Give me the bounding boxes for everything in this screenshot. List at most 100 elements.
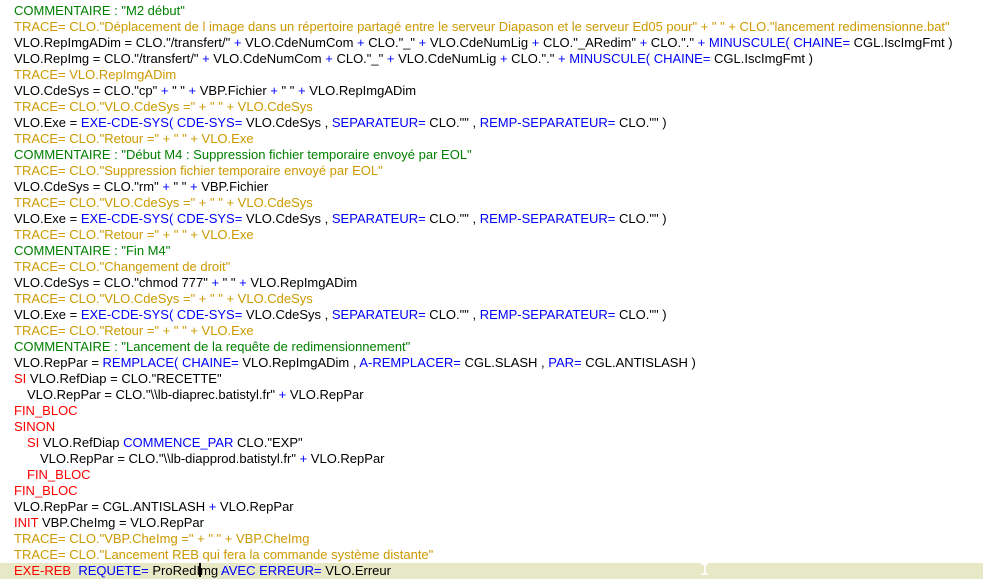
code-token-keyword-blue: REQUETE=: [78, 563, 148, 578]
code-line-3[interactable]: VLO.RepImgADim = CLO."/transfert/" + VLO…: [0, 35, 983, 51]
code-token-code-black: VLO.RepPar: [307, 451, 384, 466]
code-line-12[interactable]: VLO.CdeSys = CLO."rm" + " " + VBP.Fichie…: [0, 179, 983, 195]
code-token-code-black: VLO.CdeSys ,: [242, 115, 332, 130]
code-line-23[interactable]: VLO.RepPar = REMPLACE( CHAINE= VLO.RepIm…: [0, 355, 983, 371]
code-token-keyword-blue: COMMENCE_PAR: [123, 435, 233, 450]
code-token-code-black: VBP.CheImg = VLO.RepPar: [38, 515, 204, 530]
code-token-keyword-blue: +: [357, 35, 365, 50]
code-line-1[interactable]: COMMENTAIRE : "M2 début": [0, 3, 983, 19]
code-token-trace-orange: TRACE= CLO."Déplacement de l image dans …: [14, 19, 950, 34]
code-token-code-black: CLO."" ): [615, 115, 666, 130]
code-token-keyword-blue: +: [211, 275, 219, 290]
code-token-keyword-blue: +: [270, 83, 278, 98]
code-line-26[interactable]: FIN_BLOC: [0, 403, 983, 419]
code-line-33[interactable]: INIT VBP.CheImg = VLO.RepPar: [0, 515, 983, 531]
code-token-code-black: VLO.CdeNumLig: [394, 51, 500, 66]
code-token-code-black: VLO.RepPar = CGL.ANTISLASH: [14, 499, 209, 514]
code-line-5[interactable]: TRACE= VLO.RepImgADim: [0, 67, 983, 83]
code-token-code-black: VLO.RepImg = CLO."/transfert/": [14, 51, 202, 66]
code-token-keyword-blue: PAR=: [548, 355, 581, 370]
code-token-code-black: VLO.RepPar: [286, 387, 363, 402]
code-token-control-red: SI: [27, 435, 39, 450]
code-token-code-black: VLO.CdeNumCom: [241, 35, 357, 50]
code-line-14[interactable]: VLO.Exe = EXE-CDE-SYS( CDE-SYS= VLO.CdeS…: [0, 211, 983, 227]
code-token-comment-green: COMMENTAIRE : "M2 début": [14, 3, 185, 18]
code-token-code-black: VBP.Fichier: [198, 179, 269, 194]
code-token-trace-orange: TRACE= CLO."Retour =" + " " + VLO.Exe: [14, 323, 254, 338]
code-token-code-black: " ": [278, 83, 298, 98]
code-token-code-black: VLO.CdeSys = CLO."chmod 777": [14, 275, 211, 290]
code-token-trace-orange: TRACE= VLO.RepImgADim: [14, 67, 176, 82]
code-token-code-black: VLO.Exe =: [14, 115, 81, 130]
code-token-control-red: EXE-REB: [14, 563, 71, 578]
code-token-keyword-blue: REMPLACE( CHAINE=: [103, 355, 239, 370]
code-line-21[interactable]: TRACE= CLO."Retour =" + " " + VLO.Exe: [0, 323, 983, 339]
code-line-16[interactable]: COMMENTAIRE : "Fin M4": [0, 243, 983, 259]
code-token-code-black: CLO."_": [333, 51, 387, 66]
script-editor[interactable]: COMMENTAIRE : "M2 début"TRACE= CLO."Dépl…: [0, 0, 983, 579]
code-line-6[interactable]: VLO.CdeSys = CLO."cp" + " " + VBP.Fichie…: [0, 83, 983, 99]
code-token-keyword-blue: A-REMPLACER=: [359, 355, 461, 370]
code-token-code-black: ProRedI: [149, 563, 200, 578]
code-token-trace-orange: TRACE= CLO."VLO.CdeSys =" + " " + VLO.Cd…: [14, 99, 313, 114]
code-line-34[interactable]: TRACE= CLO."VBP.CheImg =" + " " + VBP.Ch…: [0, 531, 983, 547]
code-line-27[interactable]: SINON: [0, 419, 983, 435]
code-line-22[interactable]: COMMENTAIRE : "Lancement de la requête d…: [0, 339, 983, 355]
code-token-code-black: VLO.CdeNumLig: [426, 35, 532, 50]
code-token-code-black: " ": [168, 83, 188, 98]
code-line-24[interactable]: SI VLO.RefDiap = CLO."RECETTE": [0, 371, 983, 387]
code-line-13[interactable]: TRACE= CLO."VLO.CdeSys =" + " " + VLO.Cd…: [0, 195, 983, 211]
code-token-code-black: CLO."" ): [615, 211, 666, 226]
code-token-code-black: VLO.RefDiap = CLO."RECETTE": [26, 371, 221, 386]
code-line-17[interactable]: TRACE= CLO."Changement de droit": [0, 259, 983, 275]
code-token-keyword-blue: +: [162, 179, 170, 194]
code-line-30[interactable]: FIN_BLOC: [0, 467, 983, 483]
code-token-code-black: mg: [200, 563, 221, 578]
code-token-keyword-blue: REMP-SEPARATEUR=: [480, 115, 616, 130]
code-token-keyword-blue: EXE-CDE-SYS( CDE-SYS=: [81, 307, 242, 322]
code-line-19[interactable]: TRACE= CLO."VLO.CdeSys =" + " " + VLO.Cd…: [0, 291, 983, 307]
code-token-keyword-blue: +: [189, 83, 197, 98]
code-token-code-black: CLO."" ): [615, 307, 666, 322]
code-token-code-black: VBP.Fichier: [196, 83, 270, 98]
code-token-keyword-blue: AVEC ERREUR=: [221, 563, 322, 578]
code-token-code-black: VLO.CdeSys = CLO."rm": [14, 179, 162, 194]
code-token-code-black: VLO.RepImgADim: [306, 83, 417, 98]
code-token-code-black: " ": [170, 179, 190, 194]
code-line-36[interactable]: EXE-REB REQUETE= ProRedImg AVEC ERREUR= …: [0, 563, 983, 579]
code-line-29[interactable]: VLO.RepPar = CLO."\\lb-diapprod.batistyl…: [0, 451, 983, 467]
code-line-8[interactable]: VLO.Exe = EXE-CDE-SYS( CDE-SYS= VLO.CdeS…: [0, 115, 983, 131]
code-token-keyword-blue: MINUSCULE( CHAINE=: [709, 35, 850, 50]
code-token-code-black: CLO."" ,: [426, 211, 480, 226]
code-line-11[interactable]: TRACE= CLO."Suppression fichier temporai…: [0, 163, 983, 179]
code-token-code-black: CLO.".": [508, 51, 558, 66]
code-token-trace-orange: TRACE= CLO."Retour =" + " " + VLO.Exe: [14, 131, 254, 146]
code-lines-container: COMMENTAIRE : "M2 début"TRACE= CLO."Dépl…: [0, 3, 983, 579]
code-token-code-black: VLO.RepPar = CLO."\\lb-diapprod.batistyl…: [40, 451, 300, 466]
code-line-7[interactable]: TRACE= CLO."VLO.CdeSys =" + " " + VLO.Cd…: [0, 99, 983, 115]
code-line-28[interactable]: SI VLO.RefDiap COMMENCE_PAR CLO."EXP": [0, 435, 983, 451]
code-token-code-black: " ": [219, 275, 239, 290]
code-line-15[interactable]: TRACE= CLO."Retour =" + " " + VLO.Exe: [0, 227, 983, 243]
code-line-18[interactable]: VLO.CdeSys = CLO."chmod 777" + " " + VLO…: [0, 275, 983, 291]
code-line-32[interactable]: VLO.RepPar = CGL.ANTISLASH + VLO.RepPar: [0, 499, 983, 515]
code-line-2[interactable]: TRACE= CLO."Déplacement de l image dans …: [0, 19, 983, 35]
code-line-9[interactable]: TRACE= CLO."Retour =" + " " + VLO.Exe: [0, 131, 983, 147]
code-token-control-red: SI: [14, 371, 26, 386]
code-line-31[interactable]: FIN_BLOC: [0, 483, 983, 499]
code-token-code-black: VLO.RepPar =: [14, 355, 103, 370]
code-token-trace-orange: TRACE= CLO."VBP.CheImg =" + " " + VBP.Ch…: [14, 531, 309, 546]
code-token-code-black: VLO.RepPar: [216, 499, 293, 514]
code-line-10[interactable]: COMMENTAIRE : "Début M4 : Suppression fi…: [0, 147, 983, 163]
code-token-trace-orange: TRACE= CLO."Changement de droit": [14, 259, 230, 274]
code-token-code-black: VLO.Erreur: [322, 563, 391, 578]
code-line-4[interactable]: VLO.RepImg = CLO."/transfert/" + VLO.Cde…: [0, 51, 983, 67]
code-token-trace-orange: TRACE= CLO."Lancement REB qui fera la co…: [14, 547, 433, 562]
code-token-keyword-blue: EXE-CDE-SYS( CDE-SYS=: [81, 211, 242, 226]
code-token-code-black: VLO.RepImgADim = CLO."/transfert/": [14, 35, 234, 50]
code-token-keyword-blue: SEPARATEUR=: [332, 115, 426, 130]
code-line-20[interactable]: VLO.Exe = EXE-CDE-SYS( CDE-SYS= VLO.CdeS…: [0, 307, 983, 323]
code-line-35[interactable]: TRACE= CLO."Lancement REB qui fera la co…: [0, 547, 983, 563]
code-token-control-red: FIN_BLOC: [14, 483, 78, 498]
code-line-25[interactable]: VLO.RepPar = CLO."\\lb-diaprec.batistyl.…: [0, 387, 983, 403]
